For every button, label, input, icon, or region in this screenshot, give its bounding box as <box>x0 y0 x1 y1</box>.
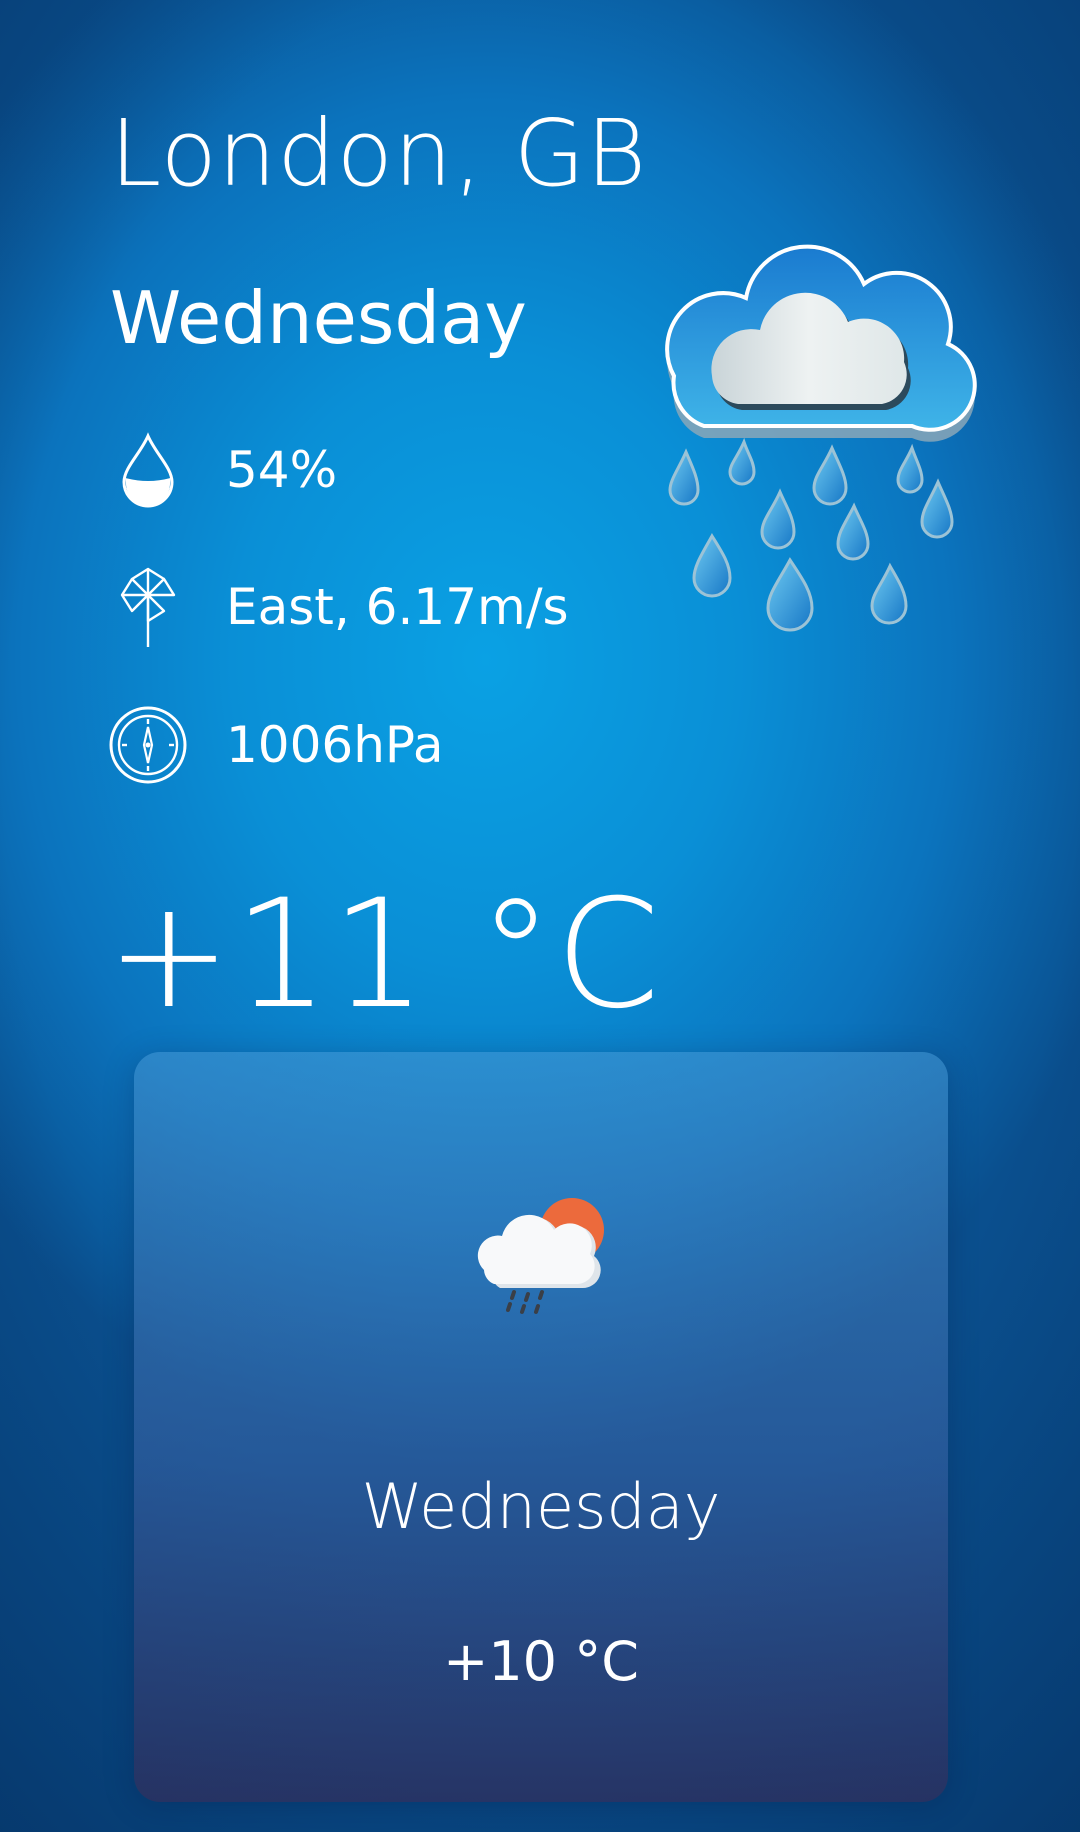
city-title: London, GB <box>110 100 648 207</box>
current-temperature: +11 °C <box>106 868 662 1042</box>
wind-row: East, 6.17m/s <box>106 562 569 652</box>
forecast-day: Wednesday <box>361 1470 721 1543</box>
forecast-temperature: +10 °C <box>443 1630 639 1693</box>
pressure-value: 1006hPa <box>226 716 444 774</box>
humidity-row: 54% <box>106 425 337 515</box>
current-day: Wednesday <box>110 276 527 360</box>
rain-cloud-icon <box>642 226 978 656</box>
pressure-row: 1006hPa <box>106 700 443 790</box>
humidity-value: 54% <box>226 441 338 499</box>
pinwheel-icon <box>106 565 190 649</box>
forecast-card[interactable]: Wednesday +10 °C <box>134 1052 948 1802</box>
barometer-icon <box>106 703 190 787</box>
sun-cloud-rain-icon <box>470 1186 614 1316</box>
wind-value: East, 6.17m/s <box>226 578 569 636</box>
water-drop-icon <box>106 428 190 512</box>
